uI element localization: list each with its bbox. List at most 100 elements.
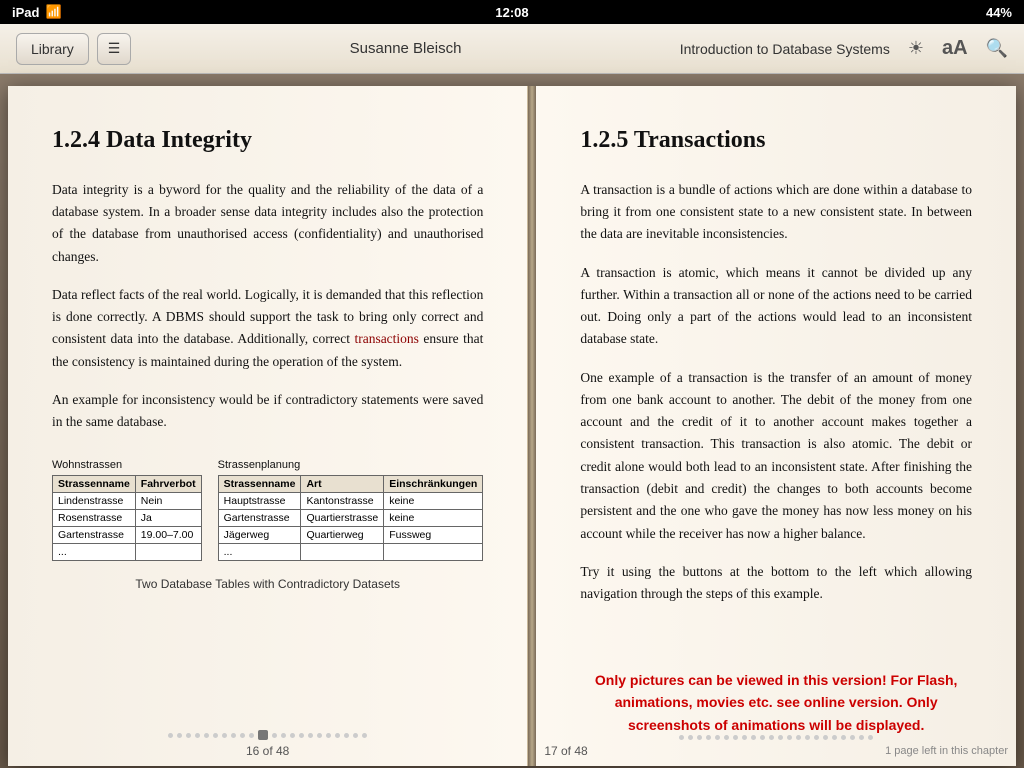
dot	[272, 733, 277, 738]
page-left: 1.2.4 Data Integrity Data integrity is a…	[8, 86, 528, 766]
table1-col2: Fahrverbot	[135, 476, 201, 493]
dot	[204, 733, 209, 738]
nav-bar: Library ☰ Susanne Bleisch Introduction t…	[0, 24, 1024, 74]
dot	[805, 735, 810, 740]
table-row: ...	[218, 544, 483, 561]
transactions-link[interactable]: transactions	[354, 331, 418, 346]
dot	[769, 735, 774, 740]
dot	[213, 733, 218, 738]
left-page-number: 16 of 48	[246, 744, 289, 758]
right-para4: Try it using the buttons at the bottom t…	[580, 561, 972, 606]
dot	[335, 733, 340, 738]
brightness-icon[interactable]: ☀	[908, 38, 924, 59]
nav-right: Introduction to Database Systems ☀ aA 🔍	[680, 37, 1008, 60]
search-icon[interactable]: 🔍	[986, 38, 1008, 59]
tables-section: Wohnstrassen Strassenname Fahrverbot Lin…	[52, 459, 483, 561]
table-row: LindenstrasseNein	[53, 493, 202, 510]
toc-button[interactable]: ☰	[97, 33, 132, 65]
dot	[344, 733, 349, 738]
dot	[778, 735, 783, 740]
right-para3: One example of a transaction is the tran…	[580, 367, 972, 545]
dot	[249, 733, 254, 738]
chapter-note: 1 page left in this chapter	[885, 745, 1008, 757]
status-time: 12:08	[495, 5, 528, 20]
table-row: JägerwegQuartierwegFussweg	[218, 527, 483, 544]
table1: Strassenname Fahrverbot LindenstrasseNei…	[52, 475, 202, 561]
table2-title: Strassenplanung	[218, 459, 484, 471]
left-heading: 1.2.4 Data Integrity	[52, 126, 483, 155]
dot	[186, 733, 191, 738]
dot	[168, 733, 173, 738]
table2-col2: Art	[301, 476, 384, 493]
dot	[850, 735, 855, 740]
dot	[697, 735, 702, 740]
dot	[290, 733, 295, 738]
right-para2: A transaction is atomic, which means it …	[580, 262, 972, 351]
status-bar: iPad 📶 12:08 44%	[0, 0, 1024, 24]
dot	[859, 735, 864, 740]
dot	[760, 735, 765, 740]
book-title: Introduction to Database Systems	[680, 41, 890, 57]
table-row: HauptstrasseKantonstrassekeine	[218, 493, 483, 510]
dot	[231, 733, 236, 738]
font-size-icon[interactable]: aA	[942, 37, 968, 60]
library-button[interactable]: Library	[16, 33, 89, 65]
dot	[733, 735, 738, 740]
dot	[688, 735, 693, 740]
flash-warning: Only pictures can be viewed in this vers…	[580, 659, 972, 736]
right-page-number: 17 of 48	[544, 744, 587, 758]
dot	[832, 735, 837, 740]
dot	[679, 735, 684, 740]
dot	[823, 735, 828, 740]
dot	[706, 735, 711, 740]
dot	[195, 733, 200, 738]
status-left: iPad 📶	[12, 4, 62, 20]
book: 1.2.4 Data Integrity Data integrity is a…	[8, 86, 1016, 766]
nav-left: Library ☰	[16, 33, 131, 65]
table-row: GartenstrasseQuartierstrassekeine	[218, 510, 483, 527]
dot	[299, 733, 304, 738]
table-row: Gartenstrasse19.00–7.00	[53, 527, 202, 544]
right-para1: A transaction is a bundle of actions whi…	[580, 179, 972, 246]
dot	[222, 733, 227, 738]
dot	[177, 733, 182, 738]
wifi-icon: 📶	[45, 4, 61, 20]
dot	[240, 733, 245, 738]
dot	[787, 735, 792, 740]
dot	[742, 735, 747, 740]
table-caption: Two Database Tables with Contradictory D…	[52, 577, 483, 591]
table-row: ...	[53, 544, 202, 561]
left-para2: Data reflect facts of the real world. Lo…	[52, 284, 483, 373]
device-label: iPad	[12, 5, 39, 20]
dot	[751, 735, 756, 740]
dot	[281, 733, 286, 738]
dot	[715, 735, 720, 740]
left-para1: Data integrity is a byword for the quali…	[52, 179, 483, 268]
dot	[841, 735, 846, 740]
dot-active[interactable]	[258, 730, 268, 740]
dot	[308, 733, 313, 738]
status-right: 44%	[986, 5, 1012, 20]
table1-wrapper: Wohnstrassen Strassenname Fahrverbot Lin…	[52, 459, 202, 561]
table2-wrapper: Strassenplanung Strassenname Art Einschr…	[218, 459, 484, 561]
dot	[362, 733, 367, 738]
table1-title: Wohnstrassen	[52, 459, 202, 471]
right-heading: 1.2.5 Transactions	[580, 126, 972, 155]
book-container: 1.2.4 Data Integrity Data integrity is a…	[0, 74, 1024, 768]
book-spine	[528, 86, 536, 766]
dot	[796, 735, 801, 740]
table2: Strassenname Art Einschränkungen Hauptst…	[218, 475, 484, 561]
dot	[326, 733, 331, 738]
author-name: Susanne Bleisch	[350, 40, 462, 57]
dot	[724, 735, 729, 740]
table-row: RosenstrasseJa	[53, 510, 202, 527]
table2-col3: Einschränkungen	[384, 476, 483, 493]
left-para3: An example for inconsistency would be if…	[52, 389, 483, 434]
table1-col1: Strassenname	[53, 476, 136, 493]
battery-label: 44%	[986, 5, 1012, 20]
table2-col1: Strassenname	[218, 476, 301, 493]
dot	[353, 733, 358, 738]
dot	[814, 735, 819, 740]
dot	[317, 733, 322, 738]
page-right: 1.2.5 Transactions A transaction is a bu…	[536, 86, 1016, 766]
